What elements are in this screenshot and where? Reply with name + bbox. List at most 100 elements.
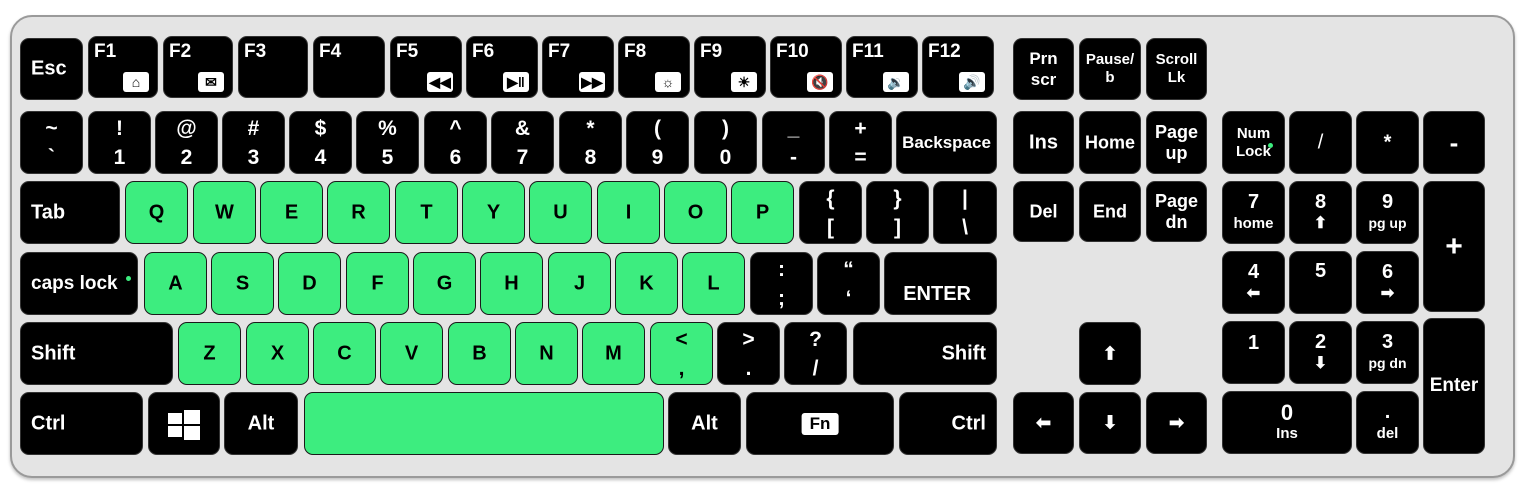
key-numpad-plus[interactable]: + [1423,181,1485,312]
key-numpad-decimal[interactable]: . del [1356,391,1419,454]
key-delete[interactable]: Del [1013,181,1074,242]
key-numpad-minus[interactable]: - [1423,111,1485,174]
key-right-bracket[interactable]: }] [866,181,929,244]
key-f3[interactable]: F3 [238,36,308,98]
key-u[interactable]: U [529,181,592,244]
key-5[interactable]: % 5 [356,111,419,174]
key-1[interactable]: ! 1 [88,111,151,174]
key-equals[interactable]: + = [829,111,892,174]
key-f10[interactable]: F10 🔇 [770,36,842,98]
key-right-ctrl[interactable]: Ctrl [899,392,997,455]
key-backspace[interactable]: Backspace [896,111,997,174]
key-d[interactable]: D [278,252,341,315]
key-fn[interactable]: Fn [746,392,894,455]
key-left-alt[interactable]: Alt [224,392,298,455]
key-c[interactable]: C [313,322,376,385]
key-v[interactable]: V [380,322,443,385]
key-h[interactable]: H [480,252,543,315]
key-l[interactable]: L [682,252,745,315]
key-comma[interactable]: <, [650,322,713,385]
key-pause[interactable]: Pause/b [1079,38,1141,100]
key-numpad-6[interactable]: 6 ➡ [1356,251,1419,314]
key-k[interactable]: K [615,252,678,315]
key-page-up[interactable]: Page up [1146,111,1207,174]
key-f8[interactable]: F8 ☼ [618,36,690,98]
key-numpad-8[interactable]: 8 ⬆ [1289,181,1352,244]
key-right-shift[interactable]: Shift [853,322,997,385]
key-numpad-1[interactable]: 1 [1222,321,1285,384]
key-semicolon[interactable]: :; [750,252,813,315]
key-6[interactable]: ^ 6 [424,111,487,174]
key-numpad-5[interactable]: 5 [1289,251,1352,314]
key-7[interactable]: & 7 [491,111,554,174]
key-f7[interactable]: F7 ▶▶ [542,36,614,98]
key-arrow-right[interactable]: ➡ [1146,392,1207,454]
key-numpad-enter[interactable]: Enter [1423,318,1485,454]
key-arrow-down[interactable]: ⬇ [1079,392,1141,454]
key-numpad-0[interactable]: 0 Ins [1222,391,1352,454]
key-o[interactable]: O [664,181,727,244]
key-right-alt[interactable]: Alt [668,392,741,455]
key-tilde[interactable]: ~ ` [20,111,83,174]
key-minus[interactable]: _ - [762,111,825,174]
key-f9[interactable]: F9 ☀ [694,36,766,98]
key-z[interactable]: Z [178,322,241,385]
key-space[interactable] [304,392,664,455]
key-g[interactable]: G [413,252,476,315]
key-0[interactable]: ) 0 [694,111,757,174]
key-numpad-divide[interactable]: / [1289,111,1352,174]
key-f12[interactable]: F12 🔊 [922,36,994,98]
key-f5[interactable]: F5 ◀◀ [390,36,462,98]
key-esc[interactable]: Esc [20,38,83,100]
key-4[interactable]: $4 [289,111,352,174]
key-f6[interactable]: F6 ▶‖ [466,36,538,98]
key-x[interactable]: X [246,322,309,385]
key-f11[interactable]: F11 🔉 [846,36,918,98]
key-m[interactable]: M [582,322,645,385]
key-end[interactable]: End [1079,181,1141,242]
key-numpad-2[interactable]: 2 ⬇ [1289,321,1352,384]
key-9[interactable]: (9 [626,111,689,174]
key-left-bracket[interactable]: {[ [799,181,862,244]
key-i[interactable]: I [597,181,660,244]
key-tab[interactable]: Tab [20,181,120,244]
key-f[interactable]: F [346,252,409,315]
key-3[interactable]: #3 [222,111,285,174]
key-b[interactable]: B [448,322,511,385]
key-f2[interactable]: F2 ✉ [163,36,233,98]
key-numpad-9[interactable]: 9 pg up [1356,181,1419,244]
key-arrow-left[interactable]: ⬅ [1013,392,1074,454]
key-page-down[interactable]: Page dn [1146,181,1207,242]
key-a[interactable]: A [144,252,207,315]
key-n[interactable]: N [515,322,578,385]
key-y[interactable]: Y [462,181,525,244]
key-numpad-7[interactable]: 7 home [1222,181,1285,244]
key-windows[interactable] [148,392,220,455]
key-r[interactable]: R [327,181,390,244]
key-2[interactable]: @2 [155,111,218,174]
key-numpad-4[interactable]: 4 ⬅ [1222,251,1285,314]
key-e[interactable]: E [260,181,323,244]
key-f4[interactable]: F4 [313,36,385,98]
key-scroll-lock[interactable]: Scroll Lk [1146,38,1207,100]
key-insert[interactable]: Ins [1013,111,1074,174]
key-print-screen[interactable]: Prn scr [1013,38,1074,100]
key-quote[interactable]: “‘ [817,252,880,315]
key-num-lock[interactable]: Num Lock [1222,111,1285,174]
key-numpad-3[interactable]: 3 pg dn [1356,321,1419,384]
key-enter[interactable]: ENTER [884,252,997,315]
key-f1[interactable]: F1 ⌂ [88,36,158,98]
key-j[interactable]: J [548,252,611,315]
key-left-shift[interactable]: Shift [20,322,173,385]
key-period[interactable]: >. [717,322,780,385]
key-numpad-multiply[interactable]: * [1356,111,1419,174]
key-8[interactable]: * 8 [559,111,622,174]
key-backslash[interactable]: | \ [933,181,997,244]
key-t[interactable]: T [395,181,458,244]
key-s[interactable]: S [211,252,274,315]
key-p[interactable]: P [731,181,794,244]
key-q[interactable]: Q [125,181,188,244]
key-home[interactable]: Home [1079,111,1141,174]
key-slash[interactable]: ? / [784,322,847,385]
key-arrow-up[interactable]: ⬆ [1079,322,1141,385]
